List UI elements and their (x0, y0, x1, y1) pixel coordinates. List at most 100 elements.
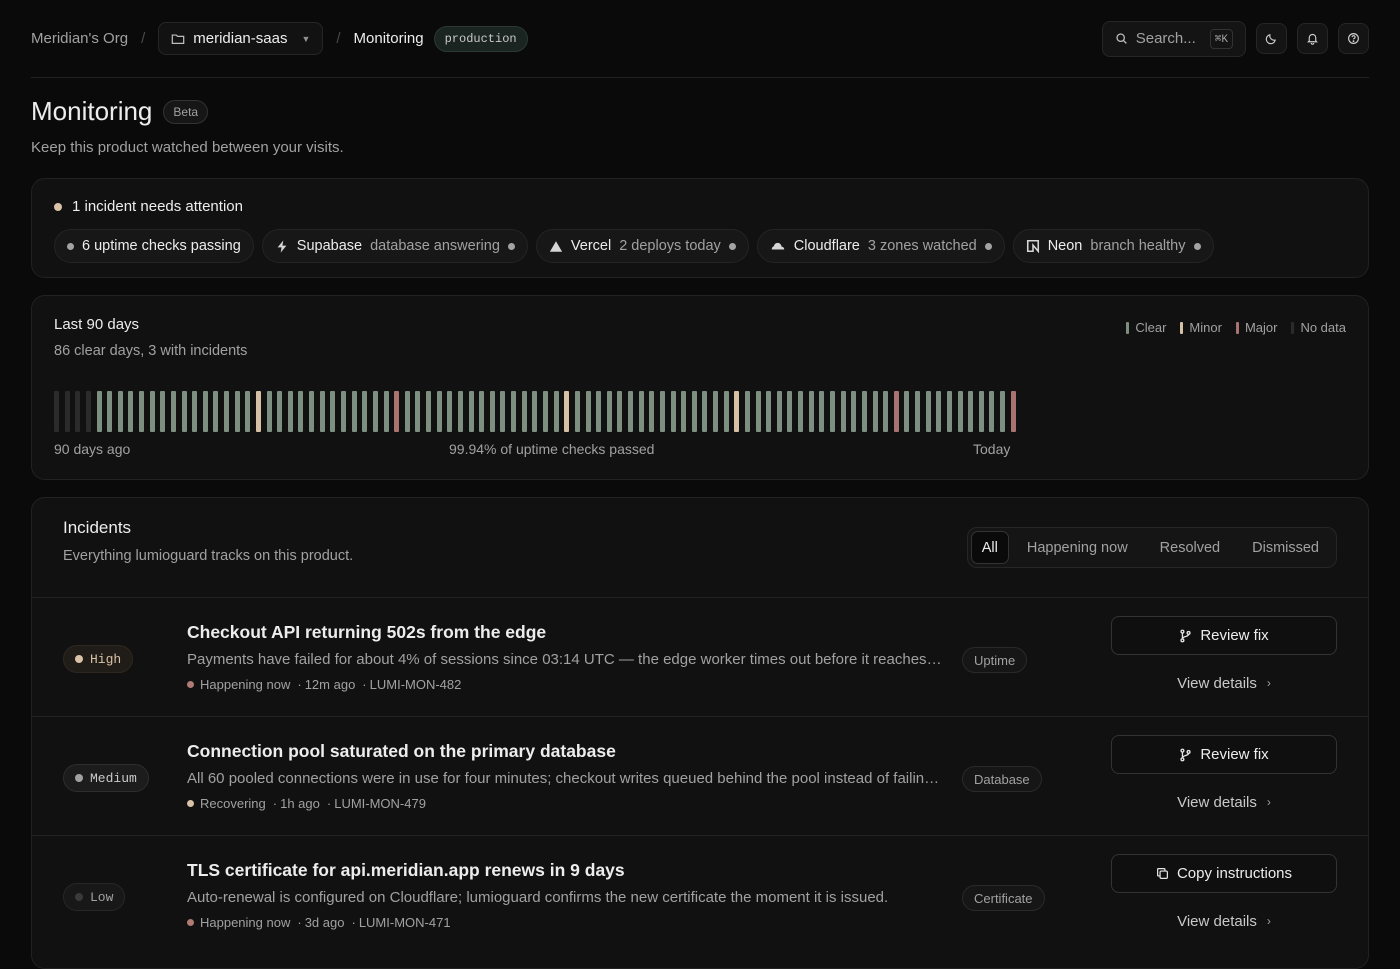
uptime-day-bar[interactable] (330, 391, 336, 432)
project-switcher[interactable]: meridian-saas ▼ (158, 22, 324, 55)
uptime-checks-pill[interactable]: 6 uptime checks passing (54, 229, 254, 263)
uptime-day-bar[interactable] (468, 391, 474, 432)
uptime-day-bar[interactable] (766, 391, 772, 432)
uptime-day-bar[interactable] (489, 391, 495, 432)
uptime-day-bar[interactable] (170, 391, 176, 432)
view-details-link[interactable]: View details › (1111, 788, 1337, 816)
uptime-day-bar[interactable] (978, 391, 984, 432)
uptime-day-bar[interactable] (54, 391, 59, 432)
uptime-day-bar[interactable] (85, 391, 91, 432)
uptime-day-bar[interactable] (181, 391, 187, 432)
vercel-pill[interactable]: Vercel 2 deploys today (535, 229, 749, 263)
incident-title[interactable]: Checkout API returning 502s from the edg… (187, 622, 942, 643)
uptime-day-bar[interactable] (936, 391, 942, 432)
uptime-day-bar[interactable] (245, 391, 251, 432)
uptime-day-bar[interactable] (606, 391, 612, 432)
uptime-day-bar[interactable] (532, 391, 538, 432)
uptime-day-bar[interactable] (1010, 391, 1016, 432)
uptime-day-bar[interactable] (511, 391, 517, 432)
uptime-day-bar[interactable] (255, 391, 261, 432)
uptime-day-bar[interactable] (883, 391, 889, 432)
review-fix-button[interactable]: Review fix (1111, 735, 1337, 774)
incident-title[interactable]: TLS certificate for api.meridian.app ren… (187, 860, 942, 881)
uptime-day-bar[interactable] (415, 391, 421, 432)
view-details-link[interactable]: View details › (1111, 669, 1337, 697)
uptime-day-bar[interactable] (149, 391, 155, 432)
uptime-day-bar[interactable] (829, 391, 835, 432)
uptime-day-bar[interactable] (915, 391, 921, 432)
supabase-pill[interactable]: Supabase database answering (261, 229, 528, 263)
uptime-day-bar[interactable] (341, 391, 346, 432)
breadcrumb-org[interactable]: Meridian's Org (31, 30, 128, 47)
uptime-day-bar[interactable] (266, 391, 272, 432)
uptime-day-bar[interactable] (946, 391, 952, 432)
uptime-day-bar[interactable] (861, 391, 867, 432)
uptime-day-bar[interactable] (957, 391, 963, 432)
uptime-day-bar[interactable] (500, 391, 506, 432)
uptime-day-bar[interactable] (383, 391, 389, 432)
uptime-day-bar[interactable] (404, 391, 410, 432)
uptime-day-bar[interactable] (681, 391, 687, 432)
view-details-link[interactable]: View details › (1111, 907, 1337, 935)
uptime-day-bar[interactable] (925, 391, 931, 432)
uptime-day-bar[interactable] (521, 391, 527, 432)
help-button[interactable] (1338, 23, 1369, 54)
tab-happening-now[interactable]: Happening now (1013, 531, 1142, 564)
neon-pill[interactable]: Neon branch healthy (1012, 229, 1214, 263)
uptime-day-bar[interactable] (968, 391, 974, 432)
uptime-day-bar[interactable] (659, 391, 665, 432)
uptime-day-bar[interactable] (319, 391, 325, 432)
uptime-day-bar[interactable] (585, 391, 591, 432)
uptime-day-bar[interactable] (755, 391, 761, 432)
tab-all[interactable]: All (970, 531, 1009, 564)
uptime-day-bar[interactable] (638, 391, 644, 432)
review-fix-button[interactable]: Review fix (1111, 616, 1337, 655)
uptime-day-bar[interactable] (394, 391, 400, 432)
uptime-day-bar[interactable] (851, 391, 857, 432)
uptime-day-bar[interactable] (713, 391, 719, 432)
uptime-day-bar[interactable] (596, 391, 602, 432)
uptime-day-bar[interactable] (702, 391, 708, 432)
uptime-day-bar[interactable] (564, 391, 570, 432)
cloudflare-pill[interactable]: Cloudflare 3 zones watched (756, 229, 1005, 263)
uptime-day-bar[interactable] (617, 391, 623, 432)
uptime-day-bar[interactable] (893, 391, 899, 432)
uptime-day-bar[interactable] (202, 391, 208, 432)
uptime-day-bar[interactable] (734, 391, 740, 432)
uptime-day-bar[interactable] (542, 391, 548, 432)
uptime-day-bar[interactable] (192, 391, 198, 432)
uptime-day-bar[interactable] (64, 391, 70, 432)
uptime-day-bar[interactable] (872, 391, 878, 432)
uptime-day-bar[interactable] (723, 391, 729, 432)
uptime-day-bar[interactable] (649, 391, 655, 432)
uptime-day-bar[interactable] (457, 391, 463, 432)
uptime-day-bar[interactable] (277, 391, 283, 432)
uptime-day-bar[interactable] (808, 391, 814, 432)
uptime-day-bar[interactable] (553, 391, 559, 432)
uptime-day-bar[interactable] (989, 391, 995, 432)
uptime-day-bar[interactable] (128, 391, 134, 432)
tab-resolved[interactable]: Resolved (1146, 531, 1234, 564)
uptime-day-bar[interactable] (75, 391, 81, 432)
uptime-day-bar[interactable] (107, 391, 113, 432)
uptime-day-bar[interactable] (691, 391, 697, 432)
copy-instructions-button[interactable]: Copy instructions (1111, 854, 1337, 893)
uptime-day-bar[interactable] (224, 391, 230, 432)
search-button[interactable]: Search... ⌘K (1101, 20, 1246, 57)
uptime-day-bar[interactable] (213, 391, 219, 432)
uptime-day-bar[interactable] (287, 391, 293, 432)
uptime-day-bar[interactable] (362, 391, 368, 432)
uptime-day-bar[interactable] (234, 391, 240, 432)
uptime-day-bar[interactable] (117, 391, 123, 432)
uptime-day-bar[interactable] (840, 391, 846, 432)
uptime-day-bar[interactable] (436, 391, 442, 432)
uptime-day-bar[interactable] (96, 391, 102, 432)
uptime-day-bar[interactable] (819, 391, 825, 432)
uptime-day-bar[interactable] (160, 391, 166, 432)
uptime-day-bar[interactable] (904, 391, 910, 432)
uptime-day-bar[interactable] (776, 391, 782, 432)
uptime-day-bar[interactable] (1000, 391, 1006, 432)
uptime-day-bar[interactable] (787, 391, 793, 432)
uptime-day-bar[interactable] (628, 391, 634, 432)
uptime-day-bar[interactable] (574, 391, 580, 432)
